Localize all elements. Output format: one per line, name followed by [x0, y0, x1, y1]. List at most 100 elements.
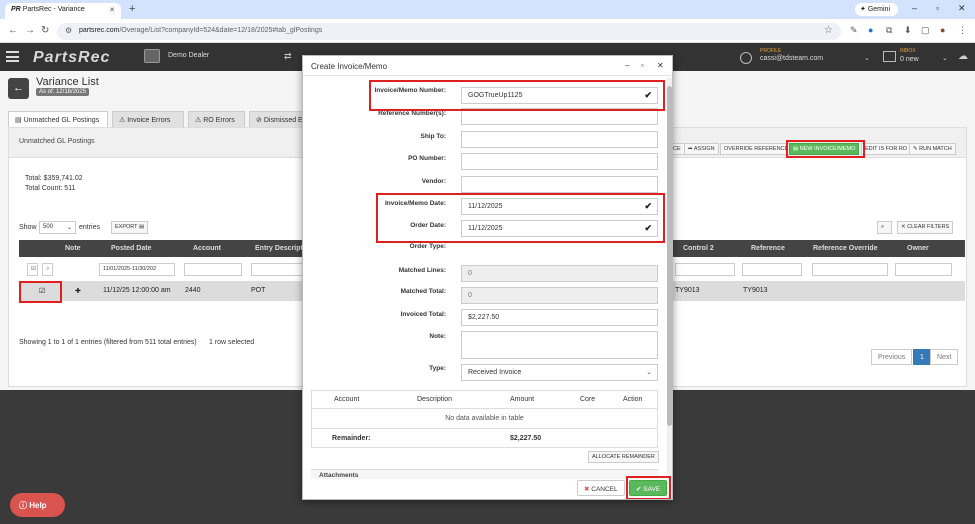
col-note[interactable]: Note [65, 245, 81, 252]
deselect-checkbox[interactable]: ○ [42, 263, 53, 276]
account-filter[interactable] [184, 263, 242, 276]
tab-unmatched-gl[interactable]: ▤ Unmatched GL Postings [8, 111, 108, 127]
wrench-icon: ✎ [913, 146, 918, 152]
pen-icon[interactable]: ✎ [850, 25, 858, 36]
reload-icon[interactable]: ↻ [41, 25, 49, 36]
chevron-down-icon[interactable]: ⌄ [942, 54, 948, 62]
control-2-filter[interactable] [675, 263, 735, 276]
upload-icon[interactable]: ☁ [958, 51, 968, 62]
help-button[interactable]: ⓘ Help [10, 493, 65, 517]
search-button[interactable]: ⌕ [877, 221, 892, 234]
new-tab-icon[interactable]: + [129, 3, 135, 15]
page-1-button[interactable]: 1 [913, 349, 931, 365]
browser-tab[interactable]: PR PartsRec - Variance ✕ [5, 3, 121, 19]
profile-icon[interactable] [740, 52, 752, 64]
chevron-down-icon[interactable]: ⌄ [864, 54, 870, 62]
matched-total-field: 0 [461, 287, 658, 304]
po-number-label: PO Number: [408, 155, 446, 162]
forward-arrow-icon[interactable]: → [25, 25, 35, 36]
warning-icon: ⚠ [119, 117, 126, 124]
clear-filters-button[interactable]: ✕ CLEAR FILTERS [897, 221, 954, 234]
previous-page-button[interactable]: Previous [871, 349, 913, 365]
minimize-icon[interactable]: – [625, 61, 629, 70]
run-match-button[interactable]: ✎ RUN MATCH [909, 143, 956, 155]
download-icon[interactable]: ⬇ [904, 25, 912, 36]
modal-scrollbar[interactable] [667, 78, 672, 498]
note-textarea[interactable] [461, 331, 658, 359]
extension-icon[interactable]: ● [868, 25, 873, 35]
order-type-label: Order Type: [409, 243, 446, 250]
invoiced-total-field[interactable]: $2,227.50 [461, 309, 658, 326]
assign-button[interactable]: ➦ ASSIGN [684, 143, 719, 155]
type-select[interactable]: Received Invoice ⌄ [461, 364, 658, 381]
owner-filter[interactable] [895, 263, 952, 276]
next-page-button[interactable]: Next [930, 349, 959, 365]
back-arrow-icon[interactable]: ← [8, 25, 18, 36]
scrollbar-thumb[interactable] [667, 86, 672, 426]
export-button[interactable]: EXPORT ▤ [111, 221, 149, 234]
reference-override-filter[interactable] [812, 263, 888, 276]
entries-value: 500 [43, 224, 54, 230]
inbox-count[interactable]: 0 new [900, 56, 919, 63]
entry-description-filter[interactable] [251, 263, 303, 276]
ship-to-field[interactable] [461, 131, 658, 148]
hamburger-menu-icon[interactable] [6, 51, 19, 62]
url-path: /Overage/List?companyId=524&date=12/18/2… [119, 27, 323, 34]
vendor-field[interactable] [461, 176, 658, 193]
maximize-icon[interactable]: ▫ [641, 61, 644, 70]
allocate-remainder-button[interactable]: ALLOCATE REMAINDER [588, 451, 659, 463]
col-reference[interactable]: Reference [751, 245, 785, 252]
override-reference-button[interactable]: OVERRIDE REFERENCE [720, 143, 793, 155]
col-account[interactable]: Account [193, 245, 221, 252]
bookmark-star-icon[interactable]: ☆ [824, 25, 833, 36]
edit-is-for-ro-button[interactable]: EDIT IS FOR RO [861, 143, 912, 155]
close-window-icon[interactable]: ✕ [958, 3, 966, 14]
avatar[interactable]: ● [940, 25, 945, 35]
tab-ro-errors[interactable]: ⚠ RO Errors [188, 111, 245, 127]
gemini-button[interactable]: ✦ Gemini [855, 3, 898, 16]
inbox-icon[interactable] [883, 51, 896, 62]
col-reference-override[interactable]: Reference Override [813, 245, 878, 252]
tab-dismissed[interactable]: ⊘ Dismissed E [249, 111, 303, 127]
matched-total-label: Matched Total: [400, 288, 446, 295]
lines-col-description[interactable]: Description [417, 396, 452, 403]
col-owner[interactable]: Owner [907, 245, 929, 252]
puzzle-icon[interactable]: ⧉ [886, 25, 892, 36]
lines-col-amount[interactable]: Amount [510, 396, 534, 403]
col-posted-date[interactable]: Posted Date [111, 245, 151, 252]
col-control-2[interactable]: Control 2 [683, 245, 714, 252]
add-note-icon[interactable]: ✚ [75, 287, 81, 295]
switch-dealer-icon[interactable]: ⇄ [284, 51, 292, 62]
close-tab-icon[interactable]: ✕ [109, 6, 115, 14]
tab-title: PartsRec - Variance [22, 6, 85, 13]
invoice-lines-table: Account Description Amount Core Action N… [311, 390, 658, 448]
menu-dots-icon[interactable]: ⋮ [958, 25, 967, 36]
entries-select[interactable]: 500 ⌄ [39, 221, 76, 234]
lines-col-action[interactable]: Action [623, 396, 642, 403]
attachments-section[interactable]: Attachments [311, 469, 658, 479]
lines-col-account[interactable]: Account [334, 396, 359, 403]
po-number-field[interactable] [461, 153, 658, 170]
dealer-name[interactable]: Demo Dealer [168, 52, 209, 59]
maximize-icon[interactable]: ▫ [936, 3, 939, 13]
profile-name[interactable]: cassi@tdsteam.com [760, 55, 823, 62]
minimize-icon[interactable]: – [912, 3, 917, 13]
cancel-button[interactable]: ✖ CANCEL [577, 480, 625, 496]
reference-filter[interactable] [742, 263, 802, 276]
col-entry-description[interactable]: Entry Descriptio [255, 245, 309, 252]
posted-date-filter[interactable]: 11/01/2025-11/30/202 [99, 263, 175, 276]
empty-table-message: No data available in table [312, 409, 657, 429]
close-icon[interactable]: ✕ [657, 61, 664, 70]
address-bar[interactable]: ⚙ partsrec.com/Overage/List?companyId=52… [57, 23, 841, 40]
type-label: Type: [429, 365, 446, 372]
site-info-icon[interactable]: ⚙ [65, 26, 72, 35]
export-file-icon: ▤ [138, 224, 145, 230]
tab-invoice-errors[interactable]: ⚠ Invoice Errors [112, 111, 184, 127]
browser-toolbar: ← → ↻ ⚙ partsrec.com/Overage/List?compan… [0, 19, 975, 43]
side-panel-icon[interactable]: ▢ [921, 25, 930, 36]
back-button[interactable]: ← [8, 78, 29, 99]
lines-col-core[interactable]: Core [580, 396, 595, 403]
tab-label: Unmatched GL Postings [23, 117, 100, 124]
select-all-checkbox[interactable]: ☑ [27, 263, 38, 276]
highlight-invoice-number [369, 80, 665, 111]
